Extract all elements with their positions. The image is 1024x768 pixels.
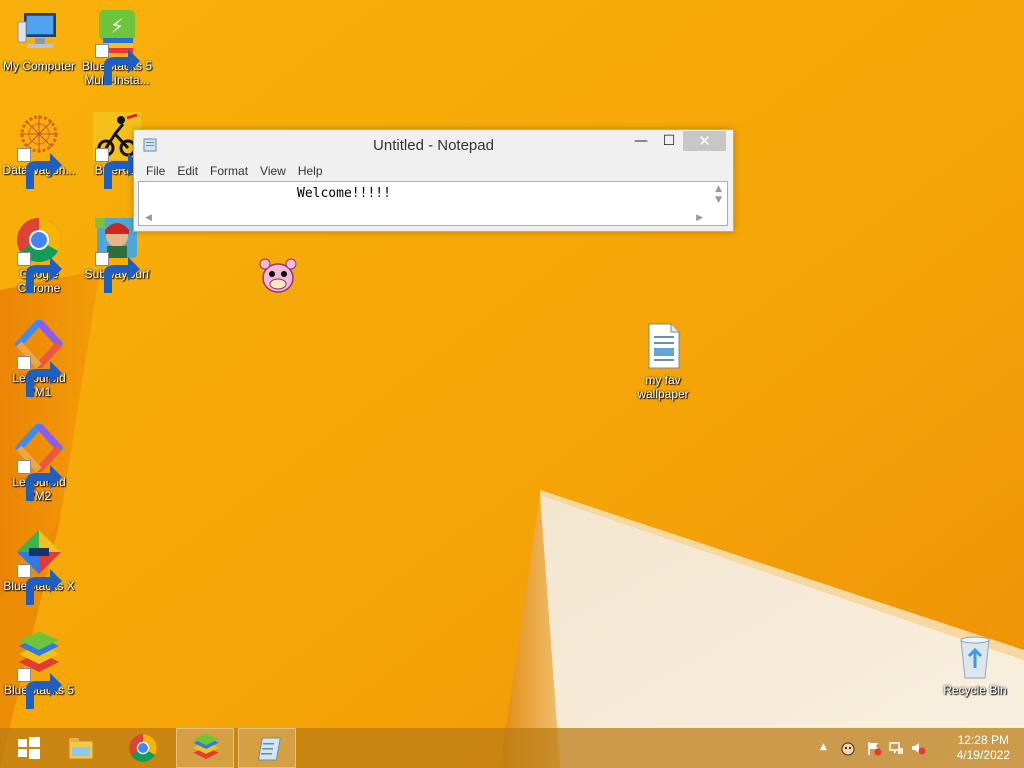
bluestacks-x-icon: [15, 528, 63, 605]
notepad-titlebar[interactable]: Untitled - Notepad — ☐ ✕: [134, 130, 733, 160]
desktop-icon-recycle-bin[interactable]: Recycle Bin: [936, 632, 1014, 697]
file-explorer-icon: [68, 738, 94, 760]
scroll-left-icon[interactable]: ◀: [145, 213, 152, 223]
maximize-button[interactable]: ☐: [655, 131, 683, 151]
shortcut-arrow-icon: [17, 668, 62, 709]
shortcut-arrow-icon: [17, 148, 62, 189]
network-icon[interactable]: [888, 740, 904, 756]
menu-edit[interactable]: Edit: [171, 161, 204, 178]
notepad-menubar: File Edit Format View Help: [134, 160, 733, 182]
show-hidden-icons-icon[interactable]: ▲: [820, 742, 836, 758]
pet-icon: [259, 258, 297, 293]
desktop-icon-bluestacks-x[interactable]: BlueStacks X: [0, 528, 78, 605]
scroll-right-icon[interactable]: ▶: [696, 213, 703, 223]
notepad-window[interactable]: Untitled - Notepad — ☐ ✕ File Edit Format V…: [133, 129, 734, 232]
desktop-icon-my-computer[interactable]: My Computer: [0, 8, 78, 73]
desktop-icon-bluestacks-multi-instance[interactable]: ⚡ BlueStacks 5 Multi-Insta...: [78, 8, 156, 87]
desktop-pet-character[interactable]: [256, 252, 300, 296]
svg-text:⚡: ⚡: [110, 14, 124, 38]
shortcut-arrow-icon: [95, 44, 140, 85]
desktop-icon-label: My Computer: [2, 59, 76, 73]
chrome-icon: [129, 734, 157, 762]
notepad-icon: [257, 737, 281, 761]
clock-date: 4/19/2022: [956, 748, 1010, 762]
volume-muted-icon[interactable]: [910, 740, 926, 756]
bluestacks-icon: [15, 632, 63, 709]
system-tray: ▲ 12:28 PM 4/19/2022: [814, 728, 1024, 768]
desktop-icon-google-chrome[interactable]: Google Chrome: [0, 216, 78, 295]
scroll-up-icon[interactable]: ▲: [715, 184, 722, 194]
leapdroid-icon: [15, 424, 63, 501]
shortcut-arrow-icon: [95, 148, 140, 189]
desktop-icon-leapdroid-vm2[interactable]: Leapdroid VM2: [0, 424, 78, 503]
start-icon: [18, 737, 40, 759]
desktop-icon-label: my fav wallpaper: [637, 373, 689, 401]
recycle-bin-icon: [951, 632, 999, 680]
pet-tray-icon[interactable]: [840, 740, 856, 756]
menu-file[interactable]: File: [140, 161, 171, 178]
taskbar-bluestacks[interactable]: [176, 728, 234, 768]
taskbar-notepad[interactable]: [238, 728, 296, 768]
start-button[interactable]: [0, 728, 58, 768]
computer-icon: [15, 8, 63, 56]
scroll-down-icon[interactable]: ▼: [715, 195, 722, 205]
desktop-icon-datawagon[interactable]: DataWagon...: [0, 112, 78, 189]
leapdroid-icon: [15, 320, 63, 397]
shortcut-arrow-icon: [17, 460, 62, 501]
taskbar-chrome[interactable]: [114, 728, 172, 768]
system-clock[interactable]: 12:28 PM 4/19/2022: [957, 733, 1010, 763]
taskbar: ▲ 12:28 PM 4/19/2022: [0, 728, 1024, 768]
chrome-icon: [15, 216, 63, 293]
shortcut-arrow-icon: [17, 356, 62, 397]
desktop-icon-my-fav-wallpaper[interactable]: my fav wallpaper: [624, 322, 702, 401]
clock-time: 12:28 PM: [957, 733, 1009, 747]
desktop-icon-bluestacks-5[interactable]: BlueStacks 5: [0, 632, 78, 709]
notepad-text-content: Welcome!!!!!: [297, 186, 391, 201]
shortcut-arrow-icon: [17, 252, 62, 293]
text-document-icon: [639, 322, 687, 370]
datawagon-icon: [15, 112, 63, 189]
close-button[interactable]: ✕: [683, 131, 726, 151]
menu-format[interactable]: Format: [204, 161, 254, 178]
bluestacks-multi-instance-icon: ⚡: [93, 8, 141, 85]
action-center-flag-icon[interactable]: [866, 740, 882, 756]
minimize-button[interactable]: —: [627, 131, 655, 151]
notepad-text-area[interactable]: Welcome!!!!! ▲ ▼ ◀ ▶: [138, 181, 728, 226]
menu-view[interactable]: View: [254, 161, 292, 178]
desktop-icon-label: Recycle Bin: [943, 683, 1007, 697]
menu-help[interactable]: Help: [292, 161, 329, 178]
shortcut-arrow-icon: [17, 564, 62, 605]
desktop-icon-leapdroid-vm1[interactable]: Leapdroid VM1: [0, 320, 78, 399]
taskbar-file-explorer[interactable]: [52, 728, 110, 768]
shortcut-arrow-icon: [95, 252, 140, 293]
bluestacks-icon: [193, 734, 219, 759]
